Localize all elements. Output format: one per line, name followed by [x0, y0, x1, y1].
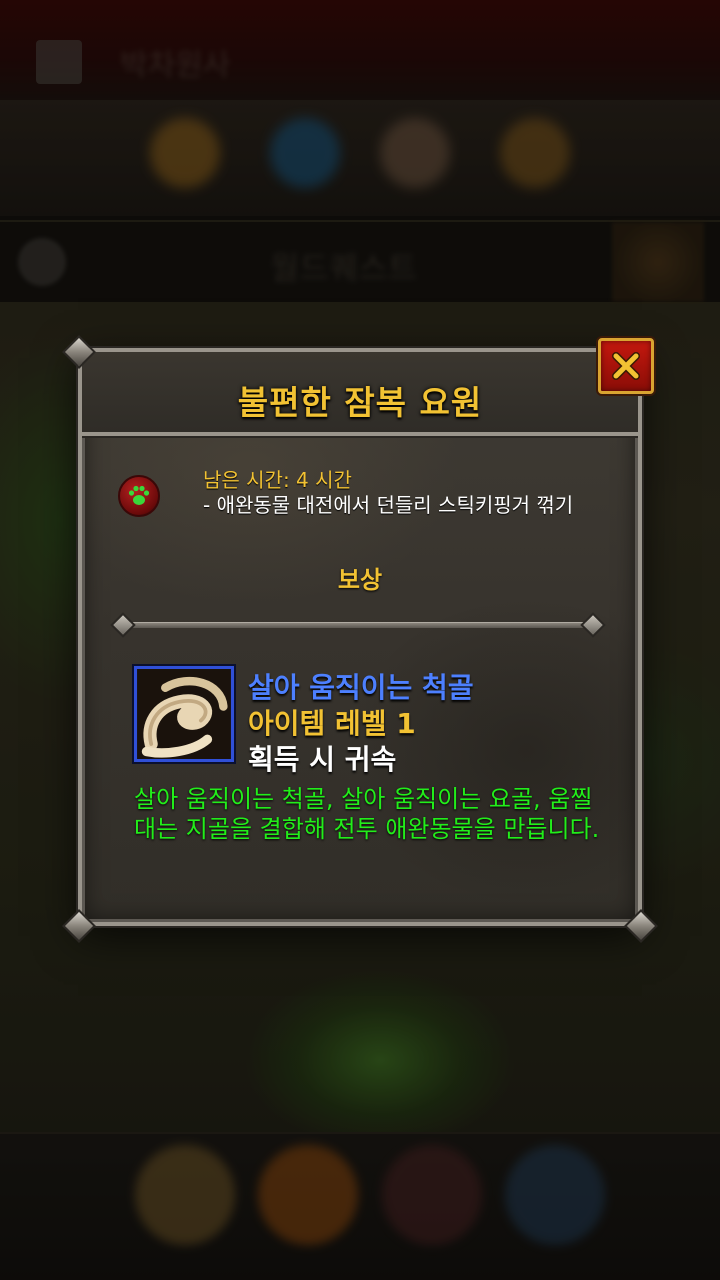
reward-description: 살아 움직이는 척골, 살아 움직이는 요골, 움찔대는 지골을 결합해 전투 …	[134, 785, 600, 843]
quest-objective: - 애완동물 대전에서 던들리 스틱키핑거 꺾기	[203, 493, 574, 517]
paw-icon	[118, 475, 160, 517]
close-button[interactable]	[598, 338, 654, 394]
reward-binding: 획득 시 귀속	[248, 743, 397, 776]
bone-spine-icon[interactable]	[134, 666, 234, 762]
section-divider	[120, 622, 600, 628]
quest-time-left: 남은 시간: 4 시간	[203, 468, 352, 492]
rewards-heading: 보상	[337, 566, 383, 594]
dialog-title: 불편한 잠복 요원	[237, 383, 483, 422]
dialog-header: 불편한 잠복 요원	[82, 352, 638, 436]
reward-item-name[interactable]: 살아 움직이는 척골	[248, 666, 474, 706]
reward-item-level: 아이템 레벨 1	[248, 707, 416, 740]
close-icon	[612, 352, 640, 380]
